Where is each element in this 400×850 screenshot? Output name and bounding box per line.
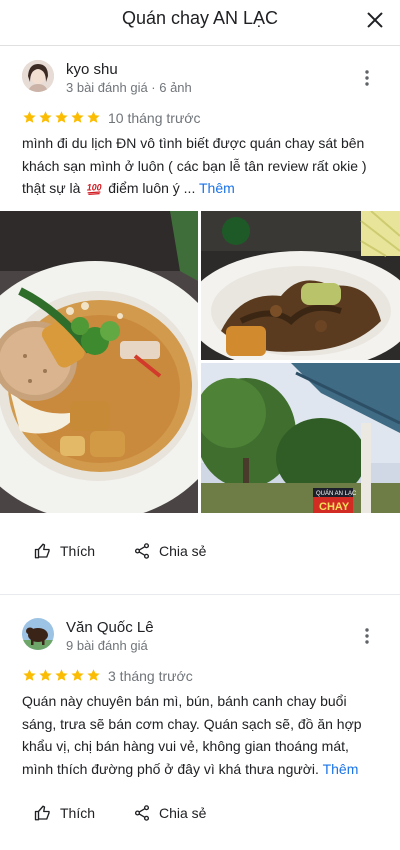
star-icon: [23, 669, 36, 681]
sign-text-large: CHAY: [319, 501, 350, 513]
svg-text:100: 100: [87, 182, 102, 192]
review-actions: Thích Chia sẻ: [0, 536, 400, 566]
review-text-line: thật sự là 100 điểm luôn ý ... Thêm: [22, 177, 382, 200]
like-button[interactable]: Thích: [34, 536, 95, 566]
read-more-link[interactable]: Thêm: [323, 761, 359, 777]
review-actions: Thích Chia sẻ: [0, 798, 400, 828]
thumbs-up-icon: [34, 543, 50, 559]
star-icon: [71, 669, 84, 681]
reviewer-meta: 9 bài đánh giá: [66, 638, 148, 653]
review-text-line: mình đi du lịch ĐN vô tình biết được quá…: [22, 135, 365, 151]
star-rating: [22, 110, 101, 126]
read-more-link[interactable]: Thêm: [199, 180, 235, 196]
review-time: 3 tháng trước: [108, 668, 193, 684]
like-button[interactable]: Thích: [34, 798, 95, 828]
divider: [0, 594, 400, 595]
star-icon: [71, 111, 84, 123]
review-text-line: sáng, trưa sẽ bán cơm chay. Quán sạch sẽ…: [22, 715, 362, 732]
page-title: Quán chay AN LẠC: [121, 8, 279, 28]
share-icon: [134, 805, 150, 821]
avatar-photo: [22, 60, 54, 92]
review-text-line: khách sạn mình ở luôn ( các bạn lễ tân r…: [22, 157, 367, 174]
star-icon: [55, 111, 68, 123]
thumbs-up-icon: [34, 805, 50, 821]
review-photo-mushroom-rice[interactable]: [201, 211, 400, 360]
reviewer-meta: 3 bài đánh giá · 6 ảnh: [66, 80, 192, 95]
more-options-icon[interactable]: [357, 626, 377, 646]
star-icon: [55, 669, 68, 681]
review-text: Quán này chuyên bán mì, bún, bánh canh c…: [22, 690, 382, 780]
sign-text: QUÁN AN LẠC: [316, 490, 357, 497]
review-text: mình đi du lịch ĐN vô tình biết được quá…: [22, 132, 382, 200]
like-label: Thích: [60, 543, 96, 559]
reviewer-name[interactable]: kyo shu: [66, 61, 118, 78]
top-bar: Quán chay AN LẠC: [0, 0, 400, 46]
star-icon: [39, 669, 52, 681]
star-rating: [22, 668, 101, 684]
like-label: Thích: [60, 805, 96, 821]
share-label: Chia sẻ: [159, 805, 207, 821]
100-points-icon: 100: [87, 182, 102, 195]
review-text-part: thật sự là: [22, 180, 81, 196]
review-text-line: mình thích đường phố ở đây vì khá thưa n…: [22, 758, 382, 781]
avatar[interactable]: [22, 618, 54, 650]
avatar[interactable]: [22, 60, 54, 92]
review-text-part: mình thích đường phố ở đây vì khá thưa n…: [22, 760, 319, 777]
review-text-part: điểm luôn ý ...: [108, 180, 196, 196]
star-icon: [39, 111, 52, 123]
review-time: 10 tháng trước: [108, 110, 201, 126]
star-icon: [23, 111, 36, 123]
review-text-line: khẩu vị, chị bán hàng vui vẻ, không gian…: [22, 738, 349, 754]
star-icon: [87, 669, 100, 681]
star-icon: [87, 111, 100, 123]
close-icon[interactable]: [364, 9, 386, 31]
reviewer-name[interactable]: Văn Quốc Lê: [66, 619, 154, 636]
review-photo-noodle-soup[interactable]: [0, 211, 198, 513]
review-photo-storefront[interactable]: QUÁN AN LẠC CHAY: [201, 363, 400, 513]
share-icon: [134, 543, 150, 559]
avatar-photo: [22, 618, 54, 650]
share-button[interactable]: Chia sẻ: [133, 536, 206, 566]
more-options-icon[interactable]: [357, 68, 377, 88]
review-text-line: Quán này chuyên bán mì, bún, bánh canh c…: [22, 693, 347, 709]
share-button[interactable]: Chia sẻ: [133, 798, 206, 828]
share-label: Chia sẻ: [159, 543, 207, 559]
